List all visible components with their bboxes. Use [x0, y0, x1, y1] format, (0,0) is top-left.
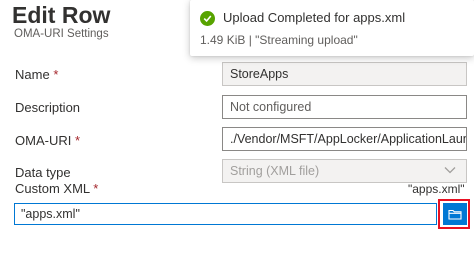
custom-xml-required-mark: * [93, 181, 99, 196]
edit-row-panel: Edit Row OMA-URI Settings Name * StoreAp… [0, 0, 474, 260]
selected-file-name: "apps.xml" [408, 182, 465, 196]
description-label: Description [15, 100, 81, 115]
data-type-label: Data type [15, 165, 71, 180]
name-required-mark: * [53, 67, 59, 82]
name-field[interactable]: StoreApps [222, 62, 467, 86]
custom-xml-label: Custom XML * [15, 181, 98, 196]
name-label-text: Name [15, 67, 50, 82]
chevron-down-icon [444, 167, 456, 174]
browse-file-button[interactable] [443, 203, 467, 225]
oma-uri-label: OMA-URI * [15, 133, 80, 148]
check-circle-icon [200, 11, 215, 26]
data-type-value: String (XML file) [230, 164, 320, 178]
custom-xml-label-text: Custom XML [15, 181, 90, 196]
upload-toast: Upload Completed for apps.xml 1.49 KiB |… [190, 0, 474, 56]
folder-icon [448, 209, 462, 220]
custom-xml-input[interactable]: "apps.xml" [14, 203, 437, 225]
name-label: Name * [15, 67, 58, 82]
data-type-select[interactable]: String (XML file) [222, 159, 467, 183]
oma-uri-field[interactable]: ./Vendor/MSFT/AppLocker/ApplicationLaunc… [222, 127, 467, 151]
toast-title: Upload Completed for apps.xml [223, 10, 406, 25]
oma-uri-label-text: OMA-URI [15, 133, 72, 148]
toast-body: 1.49 KiB | "Streaming upload" [200, 33, 358, 47]
description-field[interactable]: Not configured [222, 95, 467, 119]
oma-uri-required-mark: * [74, 133, 81, 148]
page-subtitle: OMA-URI Settings [14, 28, 109, 40]
page-title: Edit Row [12, 2, 111, 28]
